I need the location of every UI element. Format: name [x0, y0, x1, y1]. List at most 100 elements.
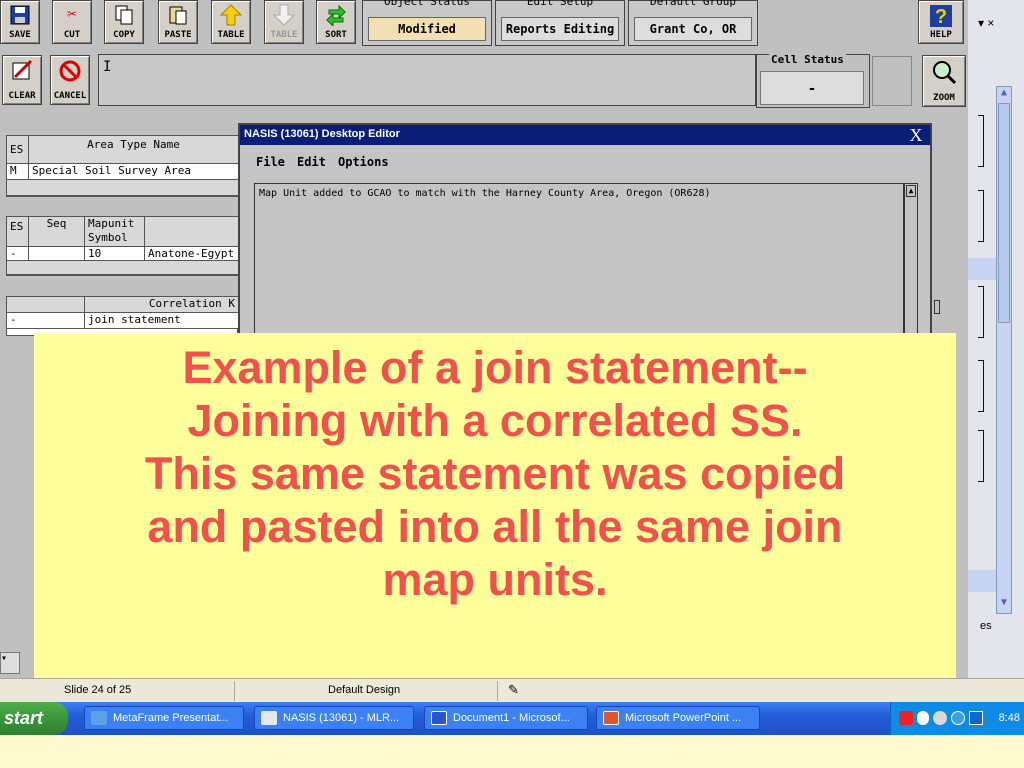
- no-entry-icon: [58, 59, 82, 88]
- callout-line: Joining with a correlated SS.: [187, 395, 803, 446]
- paste-button[interactable]: PASTE: [158, 0, 198, 44]
- es-header: ES: [7, 136, 29, 164]
- object-status-header: Object Status: [383, 0, 471, 8]
- scroll-down-icon[interactable]: ▼: [997, 597, 1011, 613]
- divider: [497, 681, 498, 701]
- monitor-icon[interactable]: [969, 711, 983, 725]
- table-down-button[interactable]: TABLE: [264, 0, 304, 44]
- save-label: SAVE: [9, 30, 31, 40]
- mapunit-symbol-cell[interactable]: 10: [85, 247, 145, 261]
- edit-line-field[interactable]: I: [98, 54, 756, 106]
- cut-label: CUT: [63, 30, 81, 40]
- task-nasis[interactable]: NASIS (13061) - MLR...: [254, 706, 414, 730]
- scroll-thumb[interactable]: [998, 103, 1010, 323]
- task-label: Microsoft PowerPoint ...: [625, 712, 742, 724]
- table-down-label: TABLE: [270, 30, 298, 40]
- panel-bracket: [978, 286, 984, 338]
- panel-bracket: [978, 430, 984, 482]
- panel-highlight-row: [968, 570, 996, 592]
- edit-setup-header: Edit Setup: [526, 0, 594, 8]
- area-type-name-cell[interactable]: Special Soil Survey Area: [29, 164, 239, 180]
- cut-button[interactable]: ✂ CUT: [52, 0, 92, 44]
- clear-icon: [11, 59, 33, 86]
- area-type-name-header: Area Type Name: [29, 136, 239, 164]
- cell-status-label: Cell Status: [769, 53, 846, 66]
- help-button[interactable]: ? HELP: [918, 0, 964, 44]
- cancel-label: CANCEL: [53, 91, 87, 101]
- floppy-disk-icon: [9, 4, 31, 31]
- row-flag: -: [7, 313, 85, 329]
- panel-scrollbar[interactable]: ▲ ▼: [996, 86, 1012, 614]
- editor-title-bar: NASIS (13061) Desktop Editor: [240, 125, 930, 145]
- table-up-button[interactable]: TABLE: [211, 0, 251, 44]
- nasis-icon: [261, 711, 277, 725]
- scissors-icon: ✂: [67, 4, 77, 23]
- horizontal-scrollbar[interactable]: [7, 261, 239, 275]
- menu-options[interactable]: Options: [338, 155, 389, 169]
- panel-text: es: [980, 620, 992, 632]
- scroll-up-icon[interactable]: ▲: [906, 185, 916, 197]
- copy-label: COPY: [113, 30, 135, 40]
- globe-icon: [91, 711, 107, 725]
- panel-close-controls[interactable]: ▾ ×: [978, 16, 994, 30]
- panel-highlight-row: [968, 258, 996, 280]
- editor-scroll-marker: [934, 300, 940, 314]
- panel-bracket: [978, 190, 984, 242]
- task-powerpoint[interactable]: Microsoft PowerPoint ...: [596, 706, 760, 730]
- task-word[interactable]: Document1 - Microsof...: [424, 706, 588, 730]
- mapunit-grid: ES Seq Mapunit Symbol - 10 Anatone-Egypt: [6, 216, 239, 276]
- callout-line: Example of a join statement--: [182, 342, 808, 393]
- slide-counter: Slide 24 of 25: [64, 684, 132, 696]
- close-icon[interactable]: X: [906, 126, 926, 144]
- cancel-button[interactable]: CANCEL: [50, 55, 90, 105]
- copy-button[interactable]: COPY: [104, 0, 144, 44]
- task-label: Document1 - Microsof...: [453, 712, 570, 724]
- editor-title: NASIS (13061) Desktop Editor: [244, 128, 400, 140]
- clear-button[interactable]: CLEAR: [2, 55, 42, 105]
- start-button[interactable]: start: [0, 702, 68, 735]
- resize-widget[interactable]: [872, 56, 912, 106]
- seq-cell[interactable]: [29, 247, 85, 261]
- sort-button[interactable]: SORT: [316, 0, 356, 44]
- flag-header: [7, 297, 85, 313]
- update-icon[interactable]: [951, 711, 965, 725]
- network-icon[interactable]: [933, 711, 947, 725]
- task-label: MetaFrame Presentat...: [113, 712, 229, 724]
- zoom-label: ZOOM: [933, 93, 955, 103]
- right-side-panel: ▾ × ▲ ▼ es: [968, 0, 1024, 678]
- chevron-down-icon: ▾: [1, 653, 8, 664]
- powerpoint-icon: [603, 711, 619, 725]
- task-label: NASIS (13061) - MLR...: [283, 712, 400, 724]
- mapunit-name-cell[interactable]: Anatone-Egypt: [145, 247, 239, 261]
- task-metaframe[interactable]: MetaFrame Presentat...: [84, 706, 244, 730]
- scroll-up-icon[interactable]: ▲: [997, 87, 1011, 103]
- menu-edit[interactable]: Edit: [297, 155, 326, 169]
- copy-icon: [114, 4, 134, 31]
- zoom-button[interactable]: ZOOM: [922, 55, 966, 107]
- security-shield-icon[interactable]: [899, 711, 913, 725]
- callout-box: Example of a join statement-- Joining wi…: [34, 333, 956, 683]
- help-label: HELP: [930, 30, 952, 40]
- callout-line: This same statement was copied: [144, 448, 846, 499]
- sort-arrows-icon: [325, 4, 347, 31]
- menu-file[interactable]: File: [256, 155, 285, 169]
- arrow-up-icon: [219, 4, 243, 31]
- cell-status-group: Cell Status -: [756, 53, 870, 108]
- spell-check-icon[interactable]: ✎: [508, 682, 519, 698]
- correlation-cell[interactable]: join statement: [85, 313, 239, 329]
- horizontal-scrollbar[interactable]: [7, 180, 239, 196]
- svg-text:?: ?: [935, 6, 947, 28]
- seq-header: Seq: [29, 217, 85, 247]
- edit-setup-value[interactable]: Reports Editing: [501, 17, 619, 41]
- view-dropdown[interactable]: ▾: [0, 652, 20, 674]
- clock[interactable]: 8:48: [999, 702, 1020, 735]
- help-icon: ?: [929, 4, 953, 33]
- area-type-grid: ES Area Type Name M Special Soil Survey …: [6, 135, 239, 197]
- default-group-value[interactable]: Grant Co, OR: [634, 17, 752, 41]
- save-button[interactable]: SAVE: [0, 0, 40, 44]
- correlation-header: Correlation K: [85, 297, 239, 313]
- sort-label: SORT: [325, 30, 347, 40]
- panel-bracket: [978, 115, 984, 167]
- antivirus-icon[interactable]: [917, 711, 929, 725]
- design-name: Default Design: [328, 684, 401, 696]
